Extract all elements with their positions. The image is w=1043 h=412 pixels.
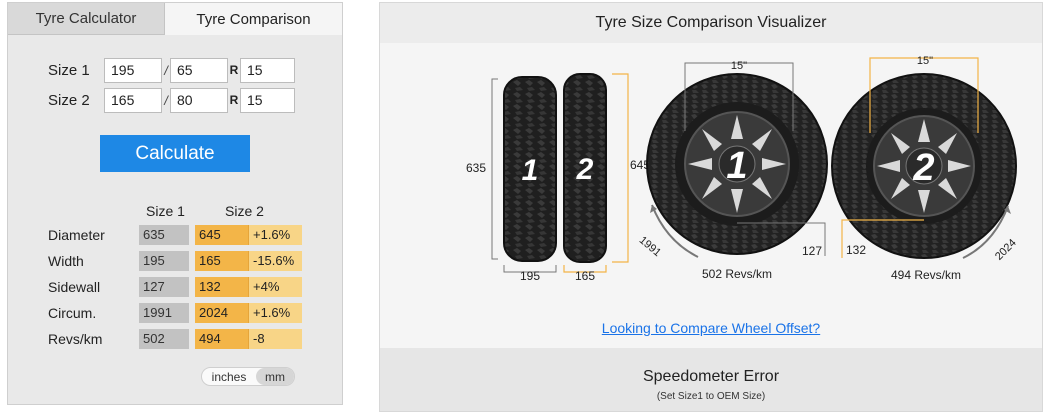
tyre1-height-bracket [491, 78, 498, 260]
tyre1-sidewall-label: 127 [802, 244, 822, 258]
size1-width-input[interactable] [104, 57, 162, 83]
result-row-sidewall: Sidewall 127 132 +4% [48, 277, 302, 297]
calculate-button[interactable]: Calculate [100, 135, 250, 172]
tab-tyre-comparison[interactable]: Tyre Comparison [165, 3, 342, 35]
tyre2-height-bracket [612, 73, 629, 263]
tyre1-profile: 1 [503, 76, 557, 262]
result-label: Revs/km [48, 331, 103, 347]
size1-row: Size 1 / R [48, 57, 295, 83]
result-row-width: Width 195 165 -15.6% [48, 251, 302, 271]
result-row-revs: Revs/km 502 494 -8 [48, 329, 302, 349]
size2-r-label: R [229, 93, 239, 107]
tyre2-wheel-number: 2 [912, 147, 934, 189]
size2-row: Size 2 / R [48, 87, 295, 113]
result-label: Circum. [48, 305, 97, 321]
result-size2-value: 2024 [195, 303, 248, 323]
tyre1-revs-label: 502 Revs/km [702, 267, 772, 281]
tyre1-rim-label: 15" [731, 60, 747, 72]
result-size1-value: 502 [139, 329, 189, 349]
result-diff-value: +1.6% [248, 225, 302, 245]
tyre2-rim-label: 15" [917, 55, 933, 67]
tyre-calculator-panel: Tyre Calculator Tyre Comparison Size 1 /… [7, 2, 343, 405]
speedometer-error-title: Speedometer Error [642, 368, 780, 385]
tyre1-wheel: 1 [646, 73, 828, 255]
tyre2-revs-label: 494 Revs/km [891, 268, 961, 282]
size1-label: Size 1 [48, 61, 90, 79]
results-header-size2: Size 2 [225, 203, 264, 219]
tyre2-width-label: 165 [575, 269, 595, 283]
compare-wheel-offset-link[interactable]: Looking to Compare Wheel Offset? [380, 320, 1042, 336]
result-size2-value: 132 [195, 277, 248, 297]
tyre-visualizer-graphic: 1 635 195 2 645 165 1 15" 127 1991 502 R… [466, 55, 1019, 283]
result-size1-value: 1991 [139, 303, 189, 323]
tab-tyre-calculator[interactable]: Tyre Calculator [8, 3, 165, 35]
unit-inches-option[interactable]: inches [202, 368, 256, 385]
size1-profile-input[interactable] [170, 57, 228, 83]
tyre2-circumference-label: 2024 [993, 237, 1019, 263]
result-size1-value: 195 [139, 251, 189, 271]
result-diff-value: +4% [248, 277, 302, 297]
tyre2-profile: 2 [563, 73, 607, 263]
size1-rim-input[interactable] [240, 57, 295, 83]
result-size1-value: 127 [139, 277, 189, 297]
result-diff-value: +1.6% [248, 303, 302, 323]
tyre1-height-label: 635 [466, 161, 486, 175]
size2-label: Size 2 [48, 91, 90, 109]
result-row-diameter: Diameter 635 645 +1.6% [48, 225, 302, 245]
unit-mm-option[interactable]: mm [256, 368, 294, 385]
tyre2-wheel: 2 [831, 73, 1017, 259]
tyre2-sidewall-label: 132 [846, 243, 866, 257]
tyre1-profile-number: 1 [522, 154, 539, 187]
result-label: Diameter [48, 227, 105, 243]
size1-r-label: R [229, 63, 239, 77]
size2-slash: / [164, 92, 168, 108]
size2-width-input[interactable] [104, 87, 162, 113]
tyre1-width-label: 195 [520, 269, 540, 283]
speedometer-error-subtitle: (Set Size1 to OEM Size) [656, 391, 766, 402]
result-size1-value: 635 [139, 225, 189, 245]
tyre1-wheel-number: 1 [726, 145, 747, 187]
visualizer-panel: Tyre Size Comparison Visualizer 1 635 19 [379, 2, 1043, 412]
result-size2-value: 494 [195, 329, 248, 349]
size2-rim-input[interactable] [240, 87, 295, 113]
tyre2-profile-number: 2 [576, 153, 594, 186]
tab-bar: Tyre Calculator Tyre Comparison [8, 3, 342, 35]
result-size2-value: 165 [195, 251, 248, 271]
result-size2-value: 645 [195, 225, 248, 245]
result-diff-value: -15.6% [248, 251, 302, 271]
tyre1-circumference-label: 1991 [637, 234, 663, 259]
size1-slash: / [164, 62, 168, 78]
results-header-size1: Size 1 [146, 203, 185, 219]
size2-profile-input[interactable] [170, 87, 228, 113]
speedometer-error-section: Speedometer Error (Set Size1 to OEM Size… [380, 348, 1042, 411]
visualizer-title: Tyre Size Comparison Visualizer [380, 3, 1042, 43]
unit-toggle[interactable]: inches mm [201, 367, 295, 386]
result-diff-value: -8 [248, 329, 302, 349]
result-label: Sidewall [48, 279, 101, 295]
result-row-circumference: Circum. 1991 2024 +1.6% [48, 303, 302, 323]
result-label: Width [48, 253, 84, 269]
